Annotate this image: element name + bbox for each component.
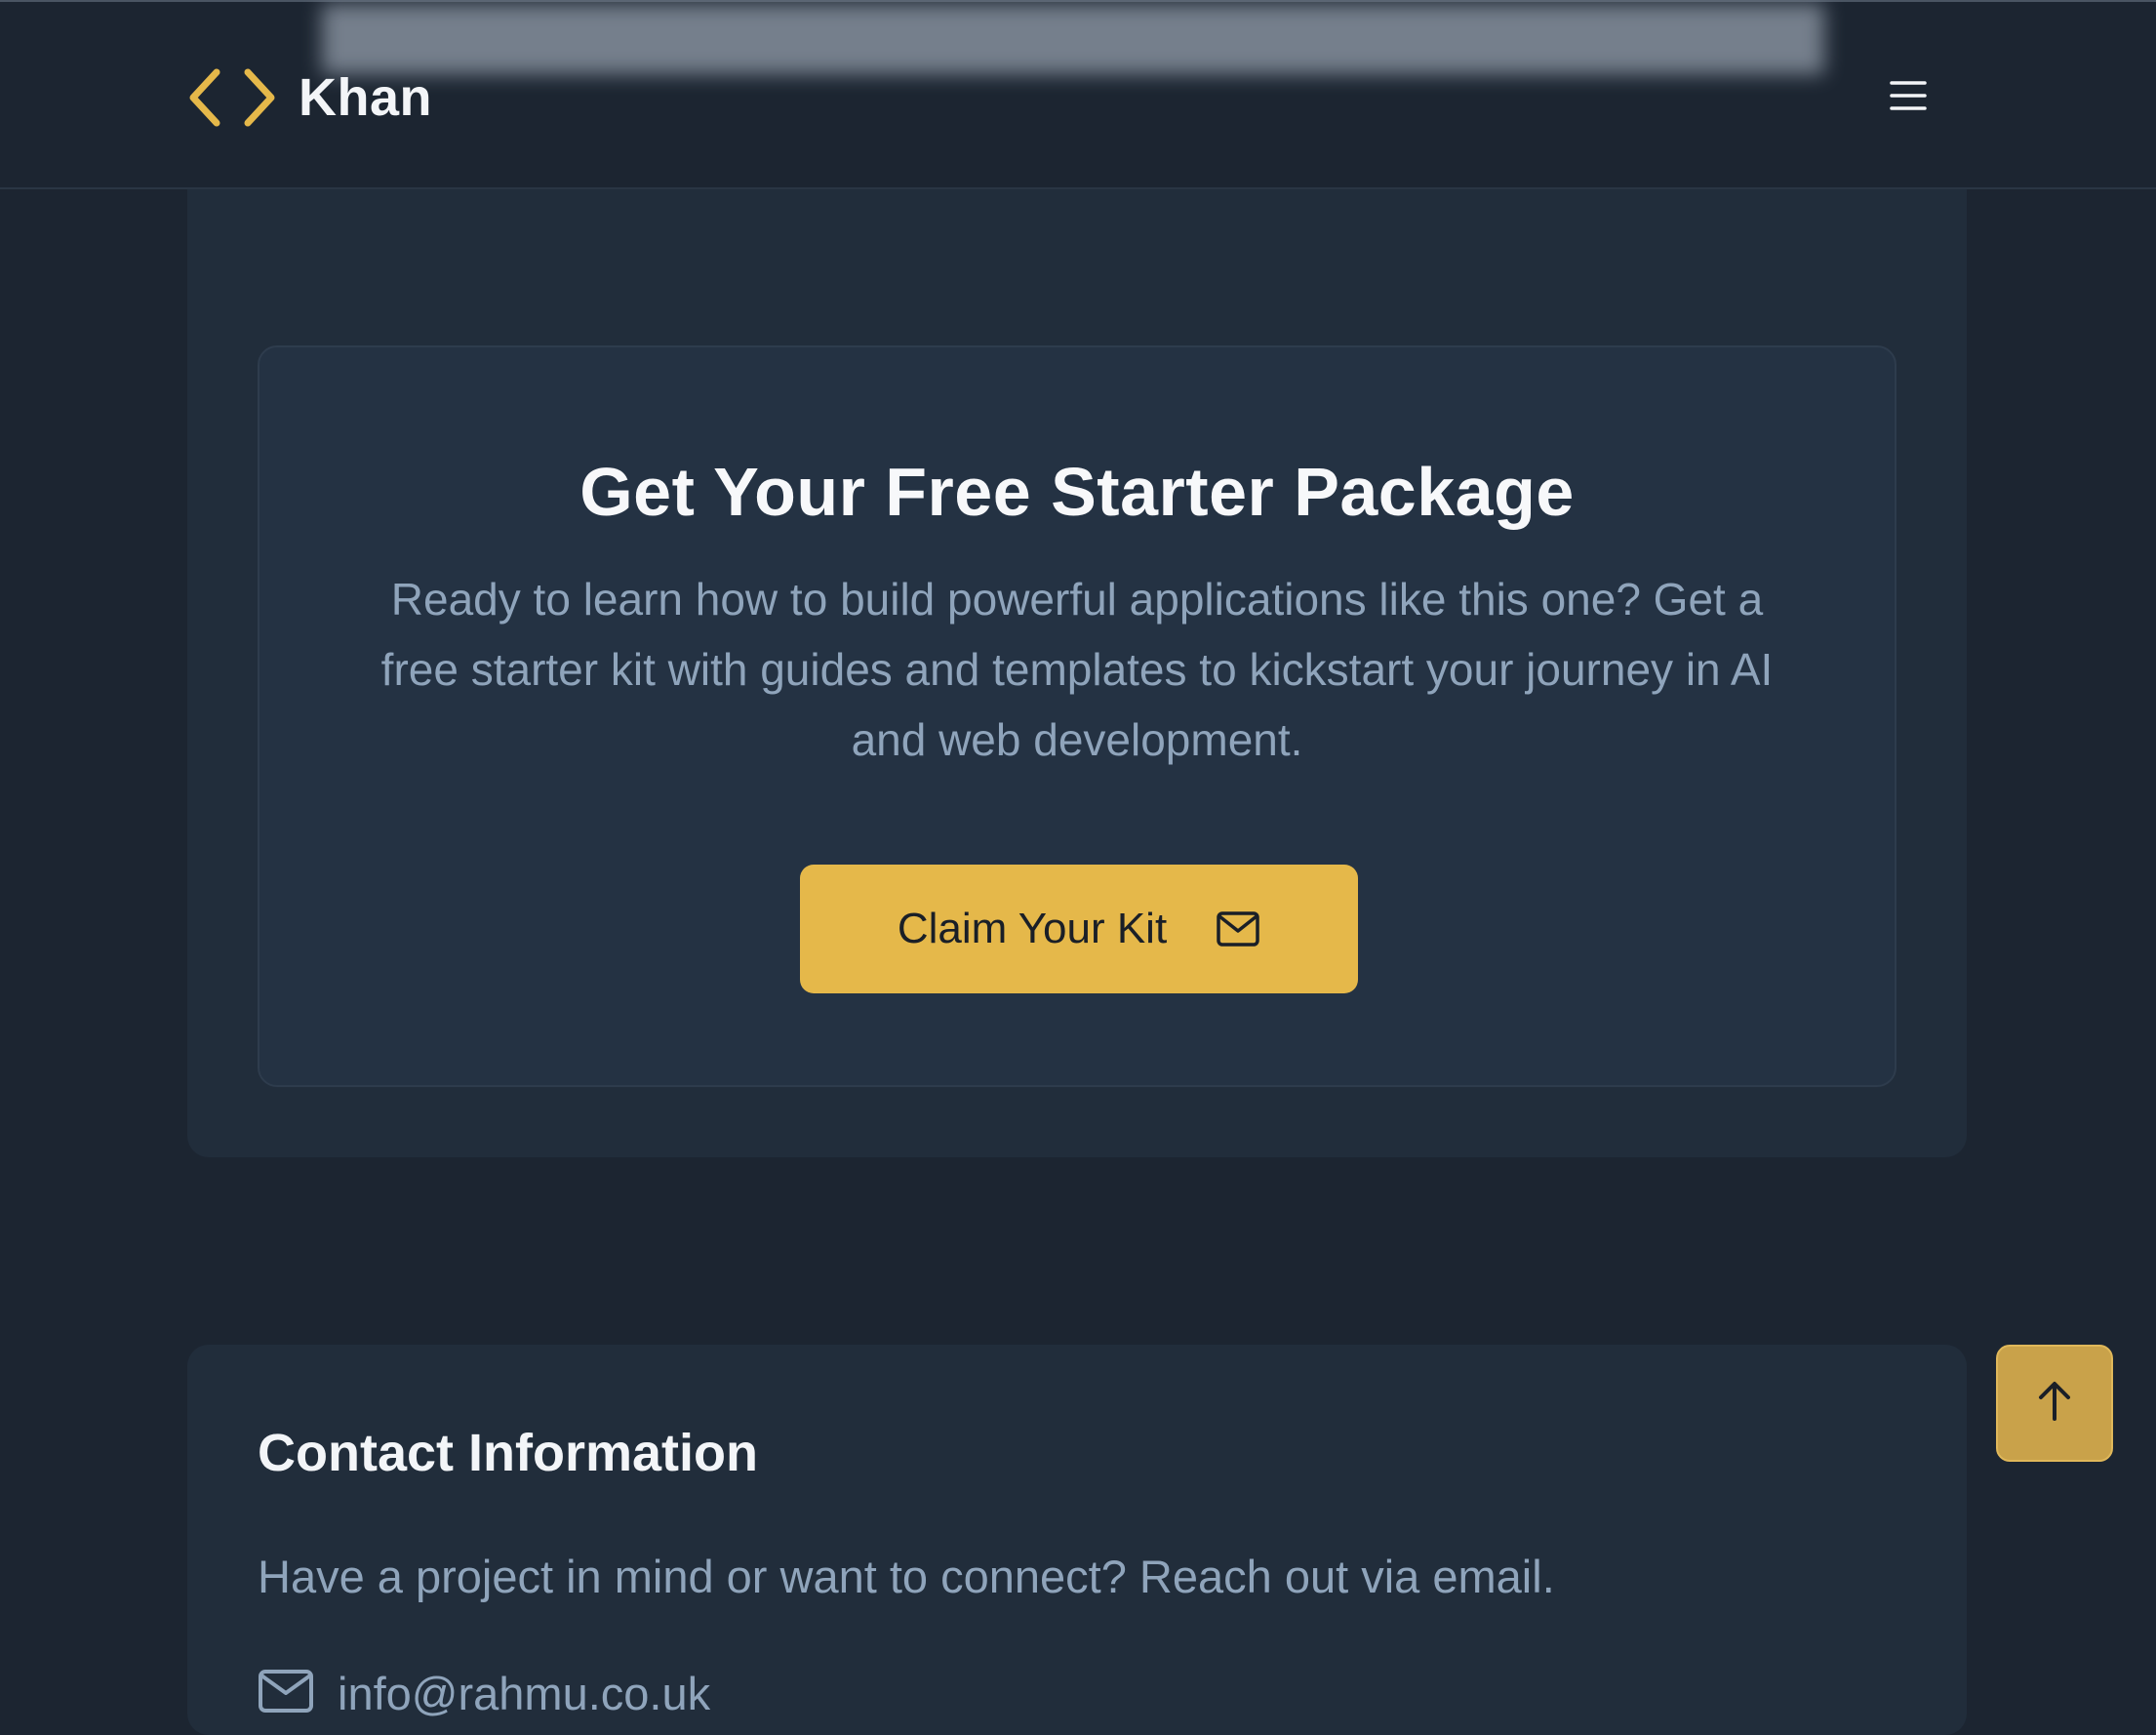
contact-email-link[interactable]: info@rahmu.co.uk [258,1667,710,1720]
promo-description: Ready to learn how to build powerful app… [380,574,1774,765]
contact-email: info@rahmu.co.uk [338,1668,711,1719]
contact-section: Contact Information Have a project in mi… [187,1345,1967,1735]
brand-name: Khan [299,68,432,127]
contact-description: Have a project in mind or want to connec… [258,1551,1555,1602]
blurred-overlay [322,4,1824,74]
claim-kit-label: Claim Your Kit [897,905,1168,952]
contact-title: Contact Information [258,1424,758,1482]
brand-logo[interactable]: Khan [187,61,432,135]
hamburger-menu-icon [1890,79,1927,117]
starter-package-card: Get Your Free Starter Package Ready to l… [258,345,1896,1087]
scroll-to-top-button[interactable] [1996,1345,2113,1462]
mail-icon [258,1669,314,1718]
code-brackets-icon [187,68,277,127]
arrow-up-icon [2035,1380,2074,1428]
promo-title: Get Your Free Starter Package [579,454,1575,530]
site-header: Khan [0,0,2156,189]
claim-kit-button[interactable]: Claim Your Kit [800,865,1358,993]
mail-icon [1216,910,1260,948]
menu-button[interactable] [1883,70,1934,125]
